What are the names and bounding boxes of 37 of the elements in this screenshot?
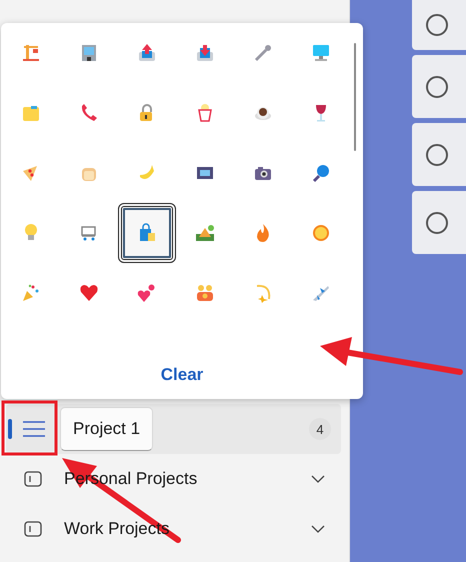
task-checkbox[interactable] (426, 14, 448, 36)
heart-icon (79, 283, 99, 303)
hearts-icon (137, 283, 157, 303)
crane-icon (21, 43, 41, 63)
phone-icon (79, 103, 99, 123)
task-card[interactable] (412, 191, 466, 254)
group-icon (24, 470, 42, 488)
task-checkbox[interactable] (426, 144, 448, 166)
task-checkbox[interactable] (426, 76, 448, 98)
magnifier-icon (311, 163, 331, 183)
clear-button[interactable]: Clear (154, 363, 210, 387)
emoji-cell[interactable] (118, 203, 176, 263)
monitor-icon (311, 43, 331, 63)
list-row[interactable]: Project 1 4 (6, 404, 341, 454)
folder-icon (21, 103, 41, 123)
task-count: 4 (309, 418, 331, 440)
scrollbar[interactable] (354, 43, 356, 151)
tent-icon (195, 223, 215, 243)
download-icon (195, 43, 215, 63)
airplane-icon (311, 283, 331, 303)
popper-icon (21, 283, 41, 303)
menu-icon[interactable] (22, 419, 46, 439)
task-card[interactable] (412, 0, 466, 50)
highlight-frame (2, 400, 58, 456)
building-icon (79, 43, 99, 63)
list-name-field[interactable]: Project 1 (60, 407, 154, 451)
group-icon (24, 520, 42, 538)
task-card[interactable] (412, 123, 466, 186)
task-card[interactable] (412, 55, 466, 118)
bag-icon (137, 223, 157, 243)
task-checkbox[interactable] (426, 212, 448, 234)
chevron-icon[interactable] (311, 524, 325, 534)
upload-icon (137, 43, 157, 63)
chevron-icon[interactable] (311, 474, 325, 484)
sun-icon (311, 223, 331, 243)
selection-indicator (8, 419, 12, 439)
family-icon (195, 283, 215, 303)
